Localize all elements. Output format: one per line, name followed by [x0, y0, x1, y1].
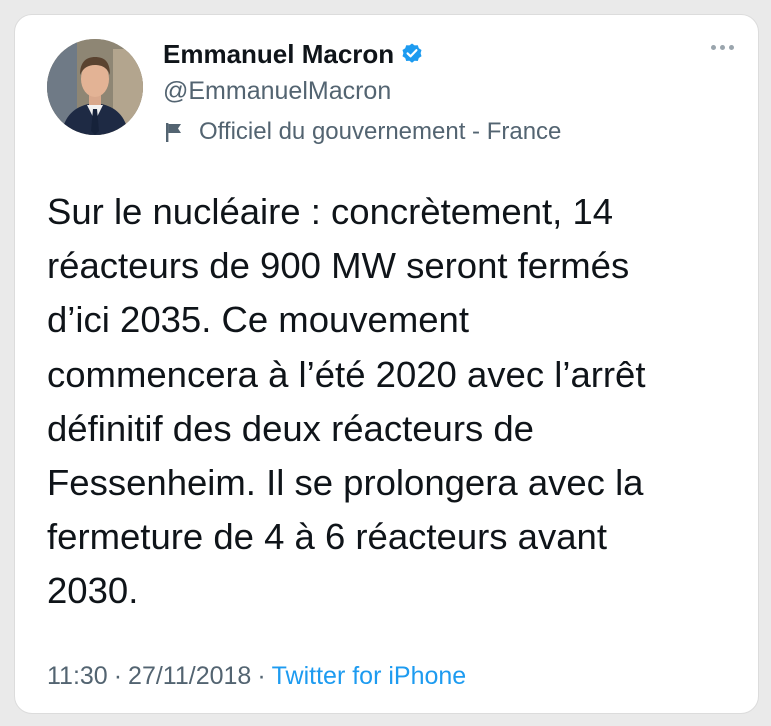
meta-separator: · — [257, 662, 266, 690]
tweet-card: Emmanuel Macron @EmmanuelMacron Officiel… — [14, 14, 759, 714]
author-name-row: Emmanuel Macron — [163, 37, 698, 71]
account-label: Officiel du gouvernement - France — [163, 118, 698, 146]
verified-badge-icon — [400, 42, 424, 66]
tweet-meta: 11:30 · 27/11/2018 · Twitter for iPhone — [47, 662, 466, 691]
tweet-time[interactable]: 11:30 — [47, 662, 108, 691]
tweet-date[interactable]: 27/11/2018 — [128, 662, 251, 691]
account-label-text: Officiel du gouvernement - France — [199, 118, 562, 145]
more-dot — [728, 44, 734, 50]
more-dot — [710, 44, 716, 50]
author-handle[interactable]: @EmmanuelMacron — [163, 77, 698, 106]
more-options-icon[interactable] — [704, 37, 740, 57]
avatar-photo — [47, 39, 143, 135]
tweet-text: Sur le nucléaire : concrètement, 14 réac… — [47, 191, 646, 612]
meta-separator: · — [113, 662, 123, 690]
author-name[interactable]: Emmanuel Macron — [163, 39, 394, 70]
more-dot — [719, 44, 725, 50]
avatar[interactable] — [47, 39, 143, 135]
flag-icon — [163, 121, 185, 143]
tweet-header: Emmanuel Macron @EmmanuelMacron Officiel… — [163, 37, 698, 146]
tweet-source-link[interactable]: Twitter for iPhone — [272, 662, 467, 691]
